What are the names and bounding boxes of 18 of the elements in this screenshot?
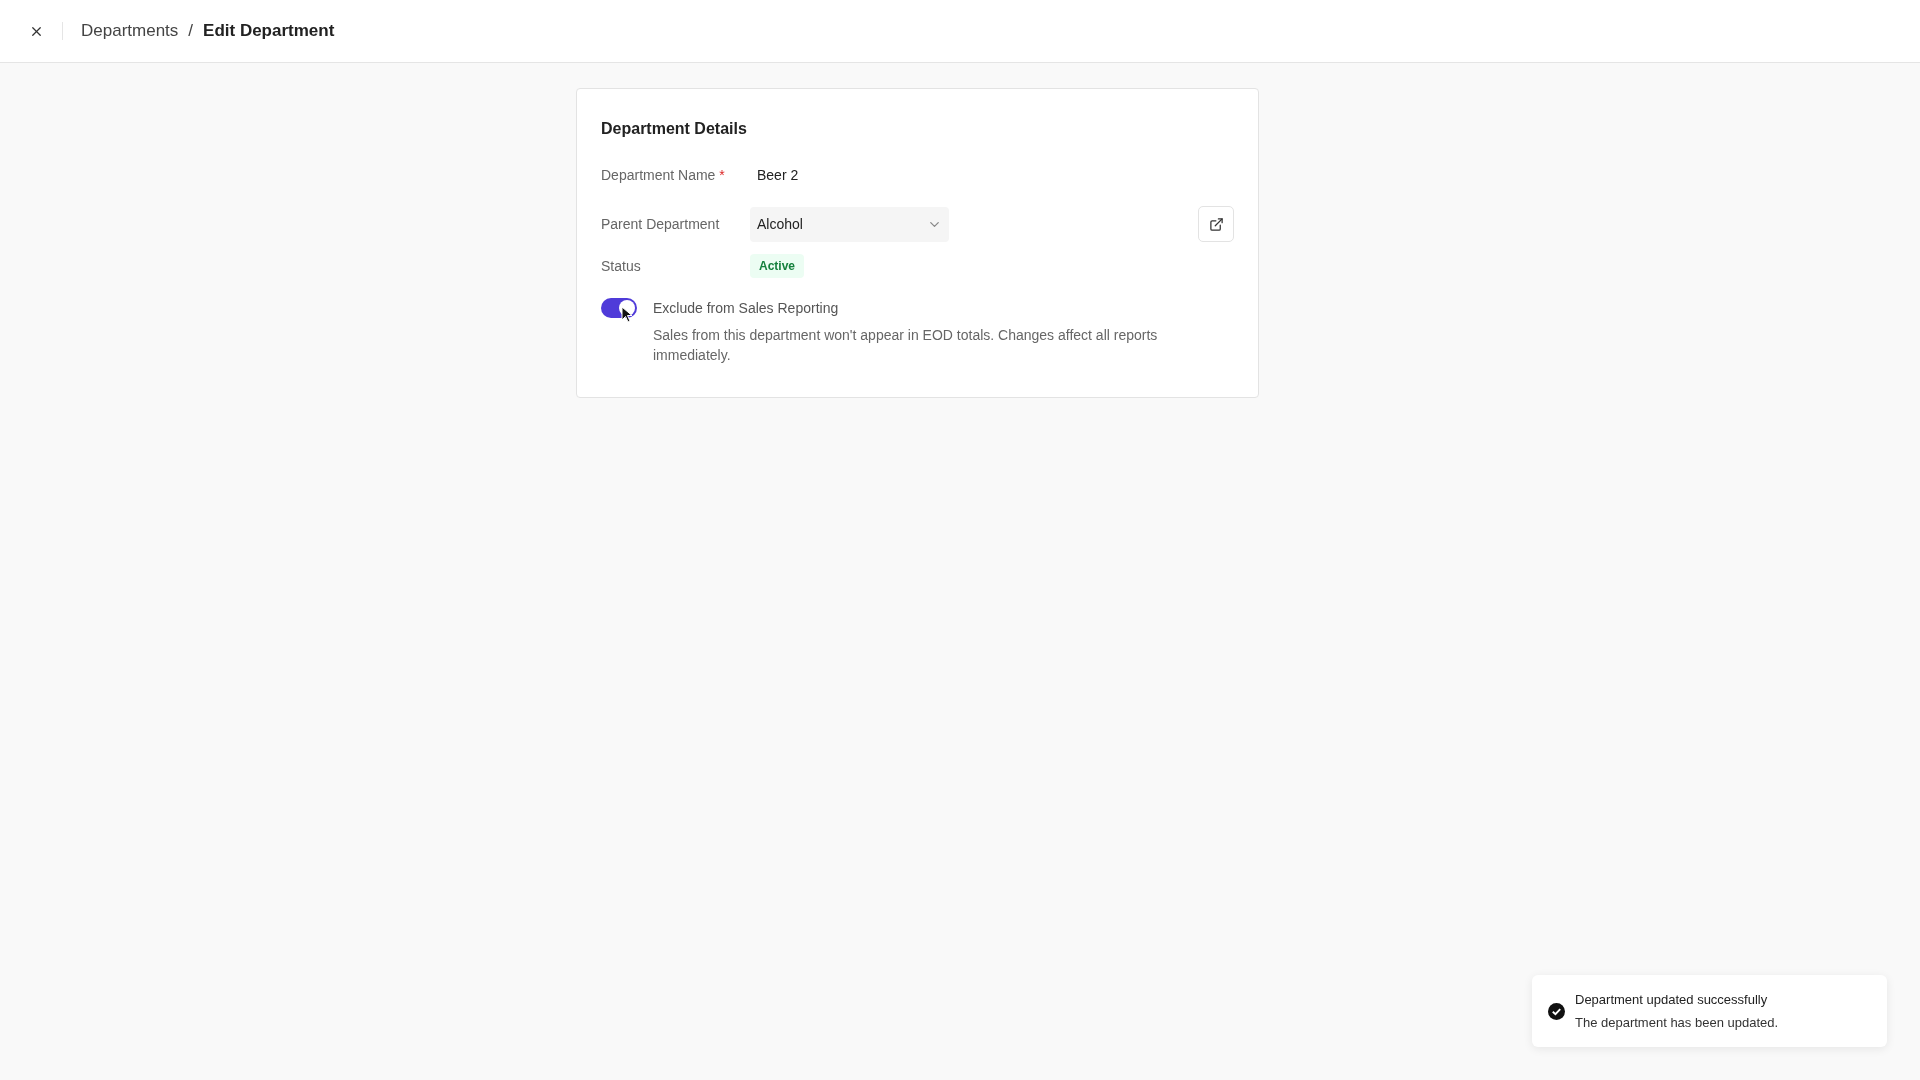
card-title: Department Details: [601, 119, 748, 139]
open-external-button[interactable]: [1198, 206, 1234, 242]
breadcrumb-link[interactable]: Departments: [81, 18, 179, 44]
toggle-label: Exclude from Sales Reporting: [653, 299, 840, 318]
toast-message: The department has been updated.: [1575, 1014, 1779, 1032]
parent-select[interactable]: Alcohol: [750, 206, 949, 242]
status-badge: Active: [750, 254, 805, 278]
toggle-description: Sales from this department won't appear in EOD totals. Changes affect all reports immediately.: [653, 326, 1159, 365]
cursor-icon: [621, 306, 633, 323]
toast-title: Department updated successfully: [1575, 990, 1769, 1009]
breadcrumb-separator: /: [188, 20, 194, 43]
field-label: Parent Department: [601, 214, 721, 234]
page-title: Edit Department: [203, 20, 335, 43]
field-label: Status: [601, 256, 642, 276]
field-label: Department Name *: [601, 166, 726, 185]
external-link-icon: [1208, 216, 1224, 232]
check-circle-icon: [1548, 1002, 1565, 1020]
name-field[interactable]: Beer 2: [757, 165, 957, 186]
